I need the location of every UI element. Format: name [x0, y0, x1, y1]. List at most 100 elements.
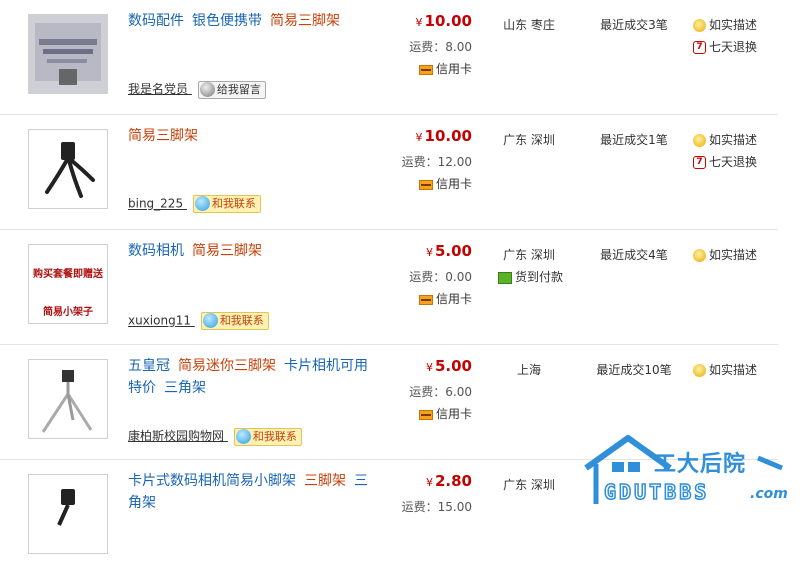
title-part[interactable]: 简易三脚架: [192, 243, 262, 259]
contact-me-label: 和我联系: [211, 197, 256, 210]
contact-me-button[interactable]: 和我联系: [200, 312, 269, 330]
listing-title[interactable]: 卡片式数码相机简易小脚架 三脚架 三角架: [128, 470, 378, 514]
title-part[interactable]: 卡片相机可用: [284, 358, 368, 374]
shipping-fee: 运费：8.00: [409, 40, 472, 54]
title-part[interactable]: 三脚架: [304, 473, 346, 489]
shipping-fee: 运费：12.00: [401, 155, 472, 169]
payment-label: 信用卡: [435, 177, 472, 191]
flower-icon: [693, 134, 706, 147]
title-part[interactable]: 简易三脚架: [128, 128, 198, 144]
currency-symbol: ¥: [425, 361, 433, 374]
flower-icon: [693, 19, 706, 32]
location: 广东 深圳: [503, 478, 555, 492]
title-part[interactable]: 数码配件: [128, 13, 184, 29]
seller-link[interactable]: 康柏斯校园购物网 和我联系: [128, 427, 302, 446]
payment-label: 信用卡: [435, 407, 472, 421]
watermark-en: GDUTBBS: [603, 479, 710, 505]
product-thumbnail[interactable]: [28, 129, 108, 209]
service-badge: 如实描述: [693, 16, 757, 33]
price: ¥5.00: [402, 357, 472, 375]
shipping-fee: 运费：6.00: [409, 385, 472, 399]
title-part[interactable]: 简易迷你三脚架: [178, 358, 276, 374]
shipping-fee: 运费：15.00: [401, 500, 472, 514]
location: 广东 深圳: [503, 248, 555, 262]
service-badge: 7 七天退换: [693, 153, 757, 170]
product-thumbnail[interactable]: [28, 359, 108, 439]
credit-card-icon: [418, 409, 433, 420]
currency-symbol: ¥: [415, 131, 423, 144]
listing-title[interactable]: 五皇冠 简易迷你三脚架 卡片相机可用特价 三角架: [128, 355, 378, 399]
service-badge: 7 七天退换: [693, 38, 757, 55]
flower-icon: [693, 249, 706, 262]
tripod-icon: [29, 360, 107, 438]
seller-link[interactable]: 我是名党员 给我留言: [128, 80, 266, 99]
seller-link[interactable]: bing_225 和我联系: [128, 195, 261, 213]
price: ¥10.00: [402, 127, 472, 145]
credit-card-icon: [418, 64, 433, 75]
listing-row-1: 数码配件 银色便携带 简易三脚架 我是名党员 给我留言 ¥10.00 运费：8.00…: [0, 0, 778, 115]
chat-bubble-icon: [194, 196, 210, 211]
leave-message-label: 给我留言: [216, 82, 261, 96]
title-part[interactable]: 卡片式数码相机简易小脚架: [128, 473, 296, 489]
listing-title[interactable]: 数码配件 银色便携带 简易三脚架: [128, 10, 378, 32]
product-photo-blurry-icon: [29, 15, 107, 93]
credit-card-icon: [418, 179, 433, 190]
contact-me-label: 和我联系: [252, 429, 297, 443]
service-label: 如实描述: [709, 248, 758, 262]
service-label: 如实描述: [709, 133, 758, 147]
listing-title[interactable]: 数码相机 简易三脚架: [128, 240, 378, 262]
chat-bubble-icon: [199, 81, 215, 97]
currency-symbol: ¥: [415, 16, 423, 29]
site-watermark: 工大后院 GDUTBBS .com: [582, 434, 804, 508]
seller-name[interactable]: 我是名党员: [128, 82, 188, 96]
seller-name[interactable]: xuxiong11: [128, 314, 191, 328]
seller-name[interactable]: bing_225: [128, 197, 183, 211]
contact-me-button[interactable]: 和我联系: [192, 195, 261, 213]
price: ¥5.00: [402, 242, 472, 260]
seven-day-return-icon: 7: [693, 156, 706, 169]
shipping-fee: 运费：0.00: [409, 270, 472, 284]
contact-me-label: 和我联系: [219, 314, 264, 327]
service-label: 七天退换: [709, 155, 758, 169]
recent-deals: 最近成交4笔: [600, 248, 668, 262]
tripod-icon: [29, 130, 107, 208]
recent-deals: 最近成交10笔: [596, 363, 672, 377]
listing-title[interactable]: 简易三脚架: [128, 125, 378, 147]
payment-method: 信用卡: [400, 60, 472, 77]
recent-deals: 最近成交3笔: [600, 18, 668, 32]
payment-label: 信用卡: [435, 62, 472, 76]
payment-method: 信用卡: [400, 290, 472, 307]
title-part[interactable]: 三角架: [164, 380, 206, 396]
product-thumbnail[interactable]: [28, 14, 108, 94]
payment-method: 信用卡: [400, 405, 472, 422]
location: 山东 枣庄: [503, 18, 555, 32]
service-badge: 如实描述: [693, 131, 757, 148]
watermark-cn: 工大后院: [654, 452, 747, 477]
currency-symbol: ¥: [425, 246, 433, 259]
location: 上海: [516, 363, 541, 377]
leave-message-button[interactable]: 给我留言: [197, 80, 266, 99]
seven-day-return-icon: 7: [693, 41, 706, 54]
credit-card-icon: [418, 294, 433, 305]
payment-label: 信用卡: [435, 292, 472, 306]
price: ¥2.80: [402, 472, 472, 490]
chat-bubble-icon: [202, 313, 218, 328]
title-part[interactable]: 五皇冠: [128, 358, 170, 374]
product-thumbnail[interactable]: 购买套餐即赠送 简易小架子: [28, 244, 108, 324]
cod-label: 货到付款: [515, 270, 564, 284]
thumb-caption-bottom: 简易小架子: [43, 307, 93, 318]
seller-link[interactable]: xuxiong11 和我联系: [128, 312, 269, 330]
cash-on-delivery: 货到付款: [498, 268, 563, 285]
seller-name[interactable]: 康柏斯校园购物网: [128, 429, 224, 443]
title-part[interactable]: 简易三脚架: [270, 13, 340, 29]
title-part[interactable]: 银色便携带: [192, 13, 262, 29]
price: ¥10.00: [402, 12, 472, 30]
contact-me-button[interactable]: 和我联系: [233, 427, 302, 446]
payment-method: 信用卡: [400, 175, 472, 192]
title-part[interactable]: 特价: [128, 380, 156, 396]
service-label: 七天退换: [709, 40, 758, 54]
service-label: 如实描述: [709, 18, 758, 32]
title-part[interactable]: 数码相机: [128, 243, 184, 259]
product-thumbnail[interactable]: [28, 474, 108, 554]
service-badge: 如实描述: [693, 361, 757, 378]
